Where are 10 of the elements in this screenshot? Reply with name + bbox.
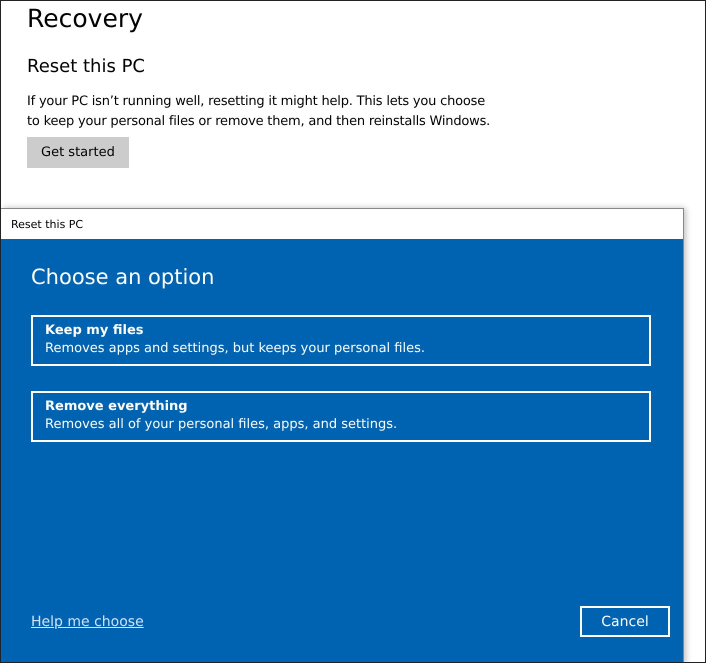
page-title: Recovery bbox=[27, 3, 143, 35]
get-started-button[interactable]: Get started bbox=[27, 137, 129, 168]
dialog-heading: Choose an option bbox=[31, 264, 216, 291]
cancel-button[interactable]: Cancel bbox=[580, 606, 670, 637]
section-title: Reset this PC bbox=[27, 55, 145, 79]
dialog-title: Reset this PC bbox=[11, 218, 84, 230]
option-button[interactable]: Keep my files Removes apps and settings, but keeps your personal files. bbox=[31, 315, 651, 366]
option-button[interactable]: Remove everything Removes all of your personal files, apps, and settings. bbox=[31, 391, 651, 442]
description-text: If your PC isn’t running well, resetting it might help. This lets you choose to keep your personal files or remove them, and then reinstalls Windows. bbox=[27, 93, 492, 131]
help-link[interactable]: Help me choose bbox=[31, 614, 144, 630]
